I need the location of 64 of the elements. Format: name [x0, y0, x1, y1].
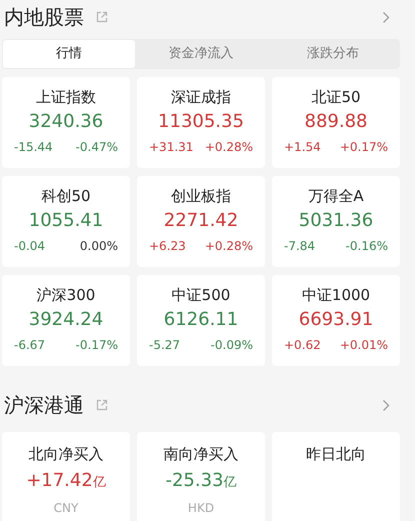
index-value: 11305.35 [158, 110, 244, 134]
index-value: 6126.11 [164, 308, 238, 332]
index-name: 北证50 [311, 87, 361, 107]
index-name: 深证成指 [171, 87, 231, 107]
change-value: +0.62 [284, 337, 321, 354]
external-link-icon[interactable] [96, 11, 108, 23]
change-value: -0.04 [14, 238, 46, 255]
index-name: 沪深300 [36, 285, 96, 305]
index-value: 2271.42 [164, 209, 238, 233]
tab[interactable]: 行情 [3, 40, 135, 68]
index-name: 科创50 [41, 186, 91, 206]
section-title: 内地股票 [4, 4, 84, 31]
index-card[interactable]: 上证指数 3240.36 -15.44 -0.47% [2, 77, 130, 168]
change-percent: -0.09% [210, 337, 253, 354]
change-percent: -0.17% [76, 337, 118, 354]
index-value: 1055.41 [28, 209, 104, 233]
index-name: 万得全A [308, 186, 364, 206]
change-percent: +0.28% [204, 139, 253, 156]
index-value: 5031.36 [298, 209, 374, 233]
flow-amount: -25.33亿 [165, 469, 237, 493]
tab[interactable]: 资金净流入 [135, 40, 267, 68]
change-percent: 0.00% [80, 238, 118, 255]
index-card[interactable]: 中证1000 6693.91 +0.62 +0.01% [272, 275, 400, 366]
index-card[interactable]: 中证500 6126.11 -5.27 -0.09% [137, 275, 265, 366]
change-value: +31.31 [149, 139, 194, 156]
change-percent: +0.17% [340, 139, 388, 156]
flow-title: 北向净买入 [28, 444, 104, 464]
flow-amount: +17.42亿 [26, 469, 106, 493]
index-name: 上证指数 [36, 87, 96, 107]
flow-title: 昨日北向 [306, 444, 366, 464]
index-card[interactable]: 科创50 1055.41 -0.04 0.00% [2, 176, 130, 267]
index-value: 6693.91 [298, 308, 374, 332]
section-title: 沪深港通 [4, 392, 84, 419]
index-card[interactable]: 创业板指 2271.42 +6.23 +0.28% [137, 176, 265, 267]
external-link-icon[interactable] [96, 399, 108, 411]
index-card[interactable]: 万得全A 5031.36 -7.84 -0.16% [272, 176, 400, 267]
tab[interactable]: 涨跌分布 [267, 40, 399, 68]
change-percent: -0.16% [346, 238, 388, 255]
change-percent: -0.47% [76, 139, 118, 156]
index-value: 3240.36 [28, 110, 104, 134]
currency-label: CNY [54, 500, 78, 517]
index-card[interactable]: 北证50 889.88 +1.54 +0.17% [272, 77, 400, 168]
index-card[interactable]: 沪深300 3924.24 -6.67 -0.17% [2, 275, 130, 366]
index-name: 中证1000 [302, 285, 370, 305]
index-value: 889.88 [304, 110, 368, 134]
index-name: 创业板指 [171, 186, 231, 206]
flow-card[interactable]: 南向净买入 -25.33亿 HKD [137, 432, 265, 521]
chevron-right-icon[interactable] [382, 398, 390, 412]
change-value: +6.23 [149, 238, 186, 255]
flow-card[interactable]: 北向净买入 +17.42亿 CNY [2, 432, 130, 521]
flow-card[interactable]: 昨日北向 [272, 432, 400, 521]
index-card[interactable]: 深证成指 11305.35 +31.31 +0.28% [137, 77, 265, 168]
change-value: +1.54 [284, 139, 321, 156]
change-percent: +0.28% [204, 238, 253, 255]
change-value: -6.67 [14, 337, 46, 354]
chevron-right-icon[interactable] [382, 10, 390, 24]
change-value: -15.44 [14, 139, 53, 156]
currency-label: HKD [188, 500, 214, 517]
index-value: 3924.24 [28, 308, 104, 332]
change-value: -5.27 [149, 337, 180, 354]
index-name: 中证500 [172, 285, 230, 305]
flow-title: 南向净买入 [164, 444, 238, 464]
change-percent: +0.01% [340, 337, 388, 354]
change-value: -7.84 [284, 238, 316, 255]
